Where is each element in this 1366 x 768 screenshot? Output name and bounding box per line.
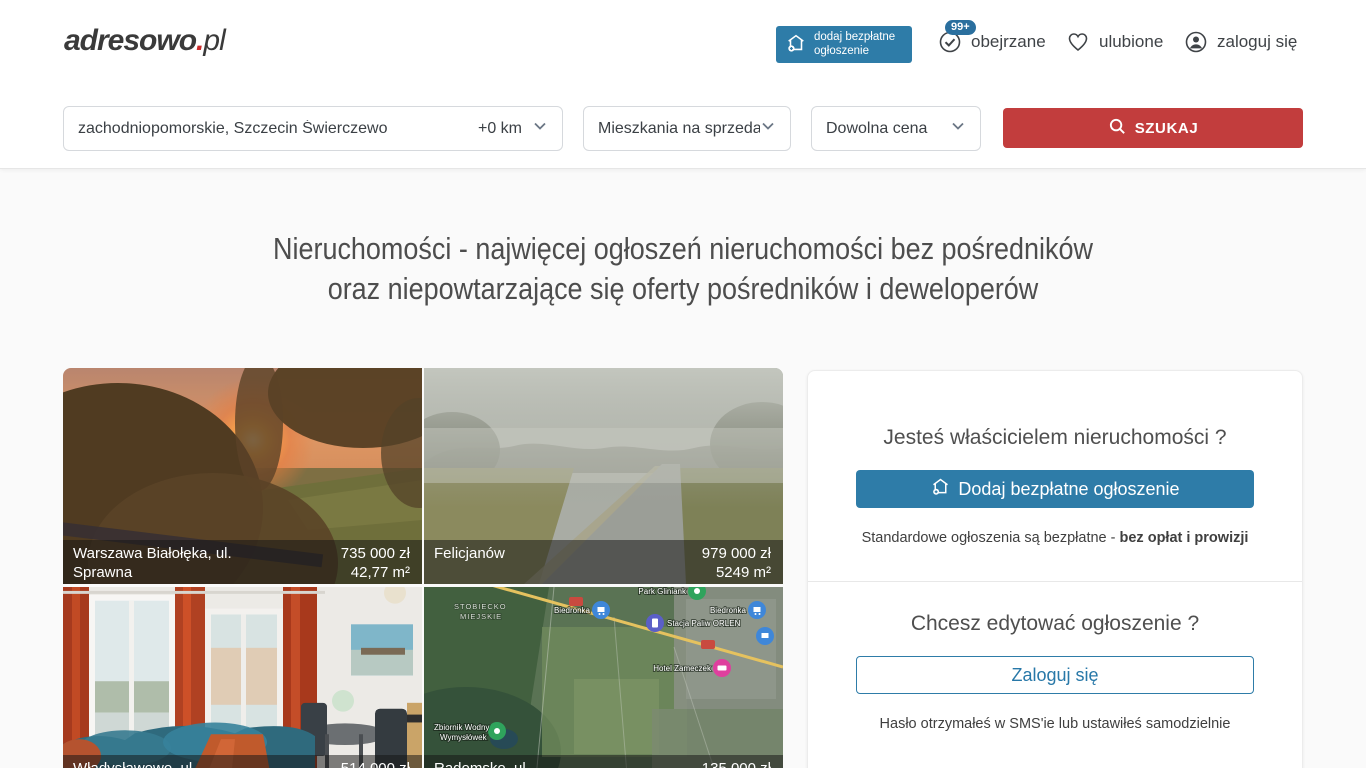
chevron-down-icon	[532, 118, 548, 139]
nav-login-label: zaloguj się	[1217, 32, 1297, 52]
login-button[interactable]: Zaloguj się	[856, 656, 1254, 694]
add-free-listing-button[interactable]: Dodaj bezpłatne ogłoszenie	[856, 470, 1254, 508]
search-icon	[1108, 117, 1127, 140]
listing-caption: Radomsko, ul. 135 000 zł	[424, 755, 783, 768]
owner-panel: Jesteś właścicielem nieruchomości ? Doda…	[807, 370, 1303, 768]
nav-login[interactable]: zaloguj się	[1184, 30, 1297, 54]
login-button-label: Zaloguj się	[1011, 665, 1098, 686]
map-label-district-line1: STOBIECKO	[454, 602, 507, 611]
map-label-water-line2: Wymysłówek	[440, 733, 488, 742]
listing-location-line1: Władysławowo, ul.	[73, 759, 196, 768]
nav-favorites[interactable]: ulubione	[1066, 30, 1163, 54]
listing-card[interactable]: Władysławowo, ul. 514 000 zł	[63, 587, 422, 768]
listing-caption: Władysławowo, ul. 514 000 zł	[63, 755, 422, 768]
owner-section: Jesteś właścicielem nieruchomości ? Doda…	[808, 371, 1302, 546]
map-label-store-left: Biedronka	[554, 606, 591, 615]
chevron-down-icon	[950, 118, 966, 139]
listing-card[interactable]: Warszawa Białołęka, ul. Sprawna 735 000 …	[63, 368, 422, 584]
viewed-count-badge: 99+	[945, 20, 976, 35]
listing-location-line2: Sprawna	[73, 563, 232, 582]
listing-price: 979 000 zł	[702, 544, 771, 563]
add-listing-label-line1: dodaj bezpłatne	[814, 31, 895, 43]
listing-area: 5249 m²	[702, 563, 771, 582]
map-label-water-line1: Zbiornik Wodny	[434, 723, 489, 732]
chevron-down-icon	[760, 118, 776, 139]
add-listing-button[interactable]: dodaj bezpłatne ogłoszenie	[776, 26, 912, 63]
location-search-input[interactable]: zachodniopomorskie, Szczecin Świerczewo …	[63, 106, 563, 151]
person-circle-icon	[1184, 30, 1208, 54]
listing-card[interactable]: Felicjanów 979 000 zł 5249 m²	[424, 368, 783, 584]
listing-price: 135 000 zł	[702, 759, 771, 768]
featured-listings-grid: Warszawa Białołęka, ul. Sprawna 735 000 …	[63, 368, 783, 768]
edit-section-title: Chcesz edytować ogłoszenie ?	[856, 582, 1254, 636]
add-listing-label-line2: ogłoszenie	[814, 45, 869, 57]
map-pin-hotel-icon	[713, 659, 731, 677]
owner-note: Standardowe ogłoszenia są bezpłatne - be…	[856, 530, 1254, 546]
radius-select[interactable]: +0 km	[478, 120, 522, 138]
map-label-district-line2: MIEJSKIE	[460, 612, 502, 621]
nav-favorites-label: ulubione	[1099, 32, 1163, 52]
header: adresowo.pl dodaj bezpłatne ogłoszenie 9…	[0, 0, 1366, 169]
map-pin-store-left-icon	[592, 601, 610, 619]
price-value: Dowolna cena	[826, 120, 950, 138]
location-value: zachodniopomorskie, Szczecin Świerczewo	[78, 120, 478, 138]
listing-card[interactable]: STOBIECKO MIEJSKIE Park Gliniank Biedron…	[424, 587, 783, 768]
page-title-line2: oraz niepowtarzające się oferty pośredni…	[89, 269, 1277, 309]
listing-photo-apartment-interior	[63, 587, 422, 768]
edit-note: Hasło otrzymałeś w SMS'ie lub ustawiłeś …	[856, 716, 1254, 732]
map-label-store-right: Biedronka	[710, 606, 747, 615]
map-label-fuel: Stacja Paliw ORLEN	[667, 619, 741, 628]
page-title: Nieruchomości - najwięcej ogłoszeń nieru…	[89, 229, 1277, 309]
category-select[interactable]: Mieszkania na sprzeda	[583, 106, 791, 151]
listing-price: 735 000 zł	[341, 544, 410, 563]
listing-caption: Warszawa Białołęka, ul. Sprawna 735 000 …	[63, 540, 422, 584]
house-plus-icon	[785, 32, 807, 57]
house-plus-icon	[930, 476, 951, 502]
listing-location-line1: Felicjanów	[434, 544, 505, 563]
map-pin-store-far-right-icon	[756, 627, 774, 645]
listing-photo-satellite-map: STOBIECKO MIEJSKIE Park Gliniank Biedron…	[424, 587, 783, 768]
check-circle-icon: 99+	[938, 30, 962, 54]
map-pin-fuel-icon	[646, 614, 664, 632]
map-label-hotel: Hotel Zameczek	[653, 664, 712, 673]
listing-area: 42,77 m²	[341, 563, 410, 582]
nav-viewed[interactable]: 99+ obejrzane	[938, 30, 1046, 54]
listing-location-line1: Radomsko, ul.	[434, 759, 530, 768]
page-title-line1: Nieruchomości - najwięcej ogłoszeń nieru…	[89, 229, 1277, 269]
nav-viewed-label: obejrzane	[971, 32, 1046, 52]
owner-note-bold: bez opłat i prowizji	[1120, 530, 1249, 546]
map-label-park: Park Gliniank	[638, 587, 687, 596]
site-logo[interactable]: adresowo.pl	[64, 24, 225, 58]
owner-section-title: Jesteś właścicielem nieruchomości ?	[856, 371, 1254, 450]
listing-caption: Felicjanów 979 000 zł 5249 m²	[424, 540, 783, 584]
price-select[interactable]: Dowolna cena	[811, 106, 981, 151]
category-value: Mieszkania na sprzeda	[598, 120, 760, 138]
edit-section: Chcesz edytować ogłoszenie ? Zaloguj się…	[808, 582, 1302, 732]
map-pin-store-right-icon	[748, 601, 766, 619]
listing-location-line1: Warszawa Białołęka, ul.	[73, 544, 232, 563]
logo-text-tld: pl	[203, 24, 224, 57]
owner-note-text: Standardowe ogłoszenia są bezpłatne -	[862, 530, 1120, 546]
add-free-listing-label: Dodaj bezpłatne ogłoszenie	[958, 479, 1179, 500]
logo-text-main: adresowo	[64, 24, 196, 57]
search-button[interactable]: SZUKAJ	[1003, 108, 1303, 148]
heart-icon	[1066, 30, 1090, 54]
search-button-label: SZUKAJ	[1135, 120, 1199, 137]
listing-price: 514 000 zł	[341, 759, 410, 768]
